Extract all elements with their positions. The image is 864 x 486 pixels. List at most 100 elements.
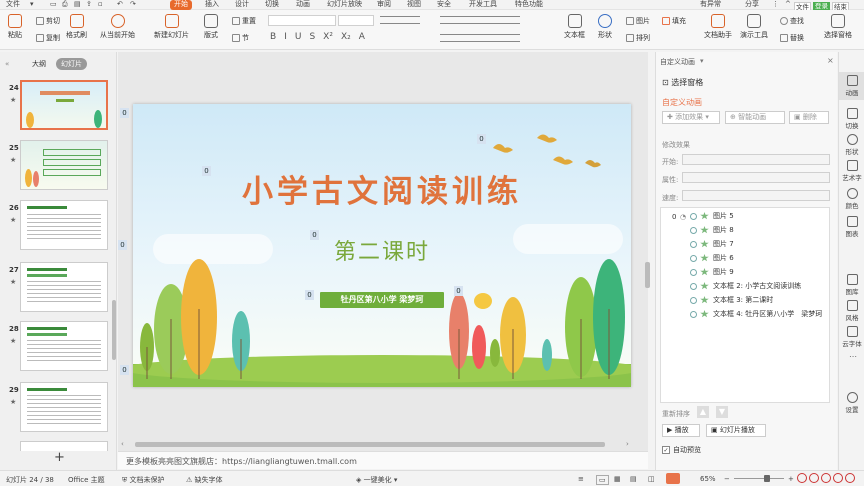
close-icon[interactable]: × [827,56,834,65]
tray-icon[interactable] [797,473,807,483]
slide-thumbnail-29[interactable] [20,382,108,432]
anim-item[interactable]: 图片 6 [690,252,734,264]
anim-item[interactable]: 图片 7 [690,238,734,250]
speed-select[interactable] [682,190,830,201]
redo-icon[interactable]: ↷ [130,0,136,10]
pane-dropdown-icon[interactable]: ▾ [700,57,704,65]
trees-illustration[interactable] [133,239,631,387]
sync-status[interactable]: 有异常 [700,0,721,10]
cloud-font-button[interactable]: 云字体 [839,326,864,348]
cut-button[interactable]: 剪切 [36,16,60,26]
tab-animation[interactable]: 动画 [296,0,310,10]
fit-icon[interactable]: ◫ [648,475,655,483]
font-size-select[interactable] [338,15,374,26]
tab-security[interactable]: 安全 [437,0,451,10]
sorter-view-icon[interactable]: ▦ [614,475,621,483]
doc-assistant-button[interactable]: 文档助手 [704,14,732,40]
notes-area[interactable]: 更多模板亮亮图文旗舰店：https://liangliangtuwen.tmal… [118,451,648,469]
anim-item[interactable]: 图片 8 [690,224,734,236]
wordart-button[interactable]: 艺术字 [839,160,864,182]
theme-name[interactable]: Office 主题 [68,475,105,485]
underline-icon[interactable]: U [295,32,302,42]
notes-toggle-icon[interactable]: ≡ [578,475,584,483]
ribbon-collapse-icon[interactable]: ^ [785,0,791,10]
tray-icon[interactable] [821,473,831,483]
tab-features[interactable]: 特色功能 [515,0,543,10]
start-select[interactable] [682,154,830,165]
section-button[interactable]: 节 [232,33,249,43]
superscript-icon[interactable]: X² [323,32,333,42]
anim-item[interactable]: 图片 5 [690,210,734,222]
tab-outline[interactable]: 大纲 [32,59,46,69]
transition-button[interactable]: 切换 [839,108,864,130]
format-painter-button[interactable]: 格式刷 [66,14,87,40]
beautify-button[interactable]: ◈ 一键美化 ▾ [356,475,397,485]
arrange-button[interactable]: 排列 [626,33,650,43]
zoom-in-icon[interactable]: + [788,475,794,483]
delete-button[interactable]: ▣ 删除 [789,111,829,124]
tab-transition[interactable]: 切换 [265,0,279,10]
strike-icon[interactable]: S [309,32,315,42]
tab-slides[interactable]: 幻灯片 [56,58,87,70]
anim-item[interactable]: 文本框 4: 牡丹区第八小学 梁梦珂 [690,308,822,320]
paste-button[interactable]: 粘贴 [8,14,22,40]
slide-thumbnail-28[interactable] [20,321,108,371]
share-button[interactable]: 分享 [745,0,759,10]
play-from-current-button[interactable]: 从当前开始 [100,14,135,40]
tray-icon[interactable] [833,473,843,483]
menu-arrow-icon[interactable]: ▾ [30,0,34,10]
tab-review[interactable]: 审阅 [377,0,391,10]
zoom-level[interactable]: 65% [700,475,716,483]
slide-thumbnail-26[interactable] [20,200,108,250]
smart-anim-button[interactable]: ⊕ 智能动画 [725,111,785,124]
zoom-out-icon[interactable]: − [724,475,730,483]
fill-button[interactable]: 填充 [662,16,686,26]
quick-more-icon[interactable]: ▫ [98,0,103,10]
anim-item[interactable]: 文本框 2: 小学古文阅读训练 [690,280,801,292]
missing-font-status[interactable]: ⚠ 缺失字体 [186,475,223,485]
move-up-icon[interactable]: ▲ [697,406,709,418]
picture-button[interactable]: 图片 [626,16,650,26]
select-pane-button[interactable]: 选择窗格 [824,14,852,40]
tab-insert[interactable]: 插入 [205,0,219,10]
play-button[interactable]: ▶ 播放 [662,424,700,437]
anim-item[interactable]: 图片 9 [690,266,734,278]
paragraph-format-icon[interactable] [440,16,520,24]
slide-canvas[interactable]: 小学古文阅读训练 第二课时 牡丹区第八小学 梁梦珂 0 0 0 0 0 [133,104,631,387]
doc-protect-status[interactable]: ⛨ 文档未保护 [122,475,164,485]
property-select[interactable] [682,172,830,183]
gallery-button[interactable]: 图库 [839,274,864,296]
alignment-icon[interactable] [440,34,520,42]
play-slideshow-button[interactable] [666,473,680,484]
slideshow-button[interactable]: ▣ 幻灯片播放 [706,424,766,437]
canvas-horizontal-scrollbar[interactable] [135,442,605,447]
tab-slideshow[interactable]: 幻灯片放映 [327,0,362,10]
bold-icon[interactable]: B [270,32,276,42]
layout-button[interactable]: 版式 [204,14,218,40]
shape-button[interactable]: 形状 [598,14,612,40]
scroll-right-icon[interactable]: › [626,440,629,448]
tray-icon[interactable] [845,473,855,483]
slide-thumbnail-24[interactable] [20,80,108,130]
style-button[interactable]: 风格 [839,300,864,322]
quick-save-icon[interactable]: ▭ [50,0,57,10]
scroll-left-icon[interactable]: ‹ [121,440,124,448]
menu-file[interactable]: 文件 [6,0,20,10]
replace-button[interactable]: 替换 [780,33,804,43]
shape-panel-button[interactable]: 形状 [839,134,864,156]
slide-thumbnail-25[interactable] [20,140,108,190]
reset-button[interactable]: 重置 [232,16,256,26]
canvas-vertical-scrollbar[interactable] [645,262,650,288]
present-tool-button[interactable]: 演示工具 [740,14,768,40]
subscript-icon[interactable]: X₂ [341,32,351,42]
autopreview-checkbox[interactable]: ✓ 自动预览 [662,445,701,455]
more-icon[interactable]: ⋯ [849,352,857,361]
color-button[interactable]: 颜色 [839,188,864,210]
textbox-button[interactable]: 文本框 [564,14,585,40]
tab-view[interactable]: 视图 [407,0,421,10]
normal-view-icon[interactable]: ▭ [596,475,609,485]
find-button[interactable]: 查找 [780,16,804,26]
move-down-icon[interactable]: ▼ [716,406,728,418]
quick-print-icon[interactable]: ⎙ [62,0,68,10]
settings-button[interactable]: 设置 [839,392,864,414]
